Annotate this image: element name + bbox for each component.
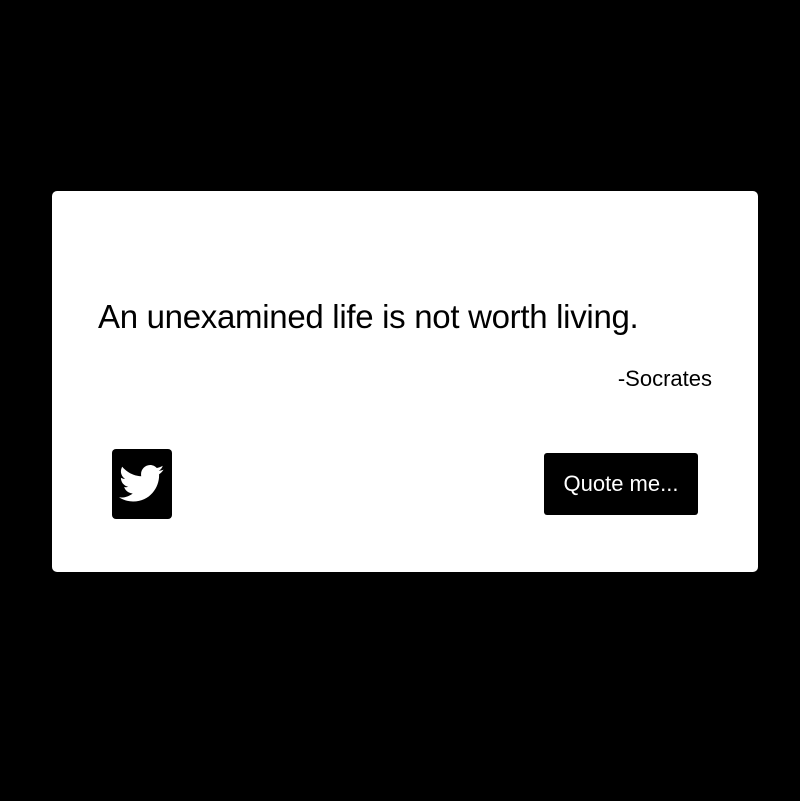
quote-text: An unexamined life is not worth living. (98, 298, 639, 335)
quote-box: An unexamined life is not worth living. … (52, 191, 758, 572)
quote-author: -Socrates (617, 366, 712, 391)
tweet-quote-button[interactable] (112, 449, 172, 519)
twitter-bird-icon (119, 465, 165, 503)
page-background: An unexamined life is not worth living. … (0, 0, 800, 801)
new-quote-button[interactable]: Quote me... (544, 453, 698, 515)
